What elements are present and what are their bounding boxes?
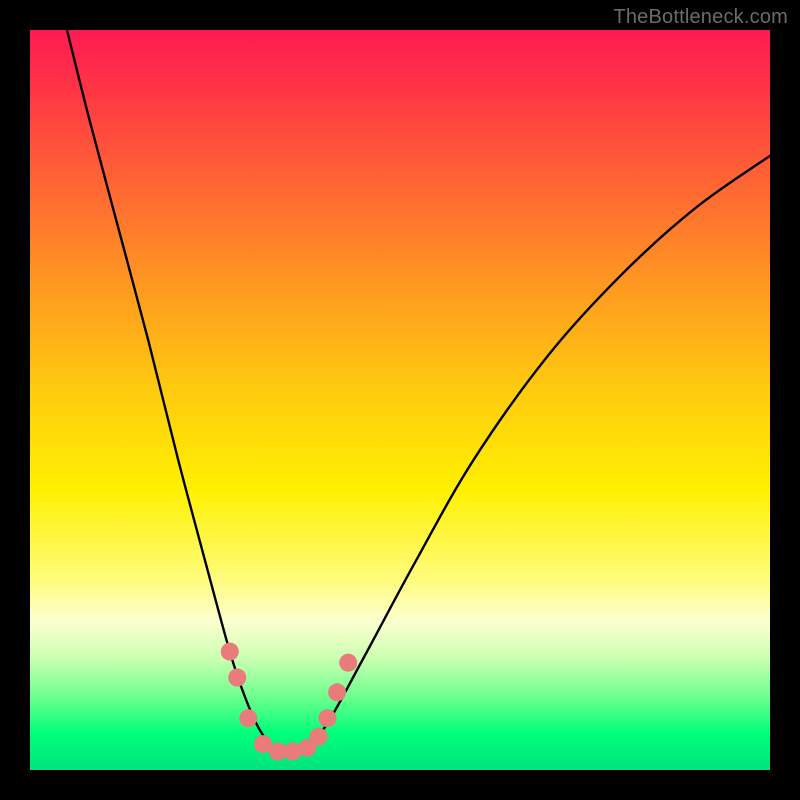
- marker-dot: [318, 709, 336, 727]
- marker-dot: [221, 643, 239, 661]
- pink-dots-group: [221, 643, 357, 761]
- watermark-text: TheBottleneck.com: [613, 6, 788, 29]
- chart-svg: [30, 30, 770, 770]
- plot-area: [30, 30, 770, 770]
- bottleneck-curve: [67, 30, 770, 752]
- marker-dot: [339, 654, 357, 672]
- marker-dot: [228, 669, 246, 687]
- marker-dot: [328, 683, 346, 701]
- chart-frame: TheBottleneck.com: [0, 0, 800, 800]
- marker-dot: [310, 728, 328, 746]
- marker-dot: [239, 709, 257, 727]
